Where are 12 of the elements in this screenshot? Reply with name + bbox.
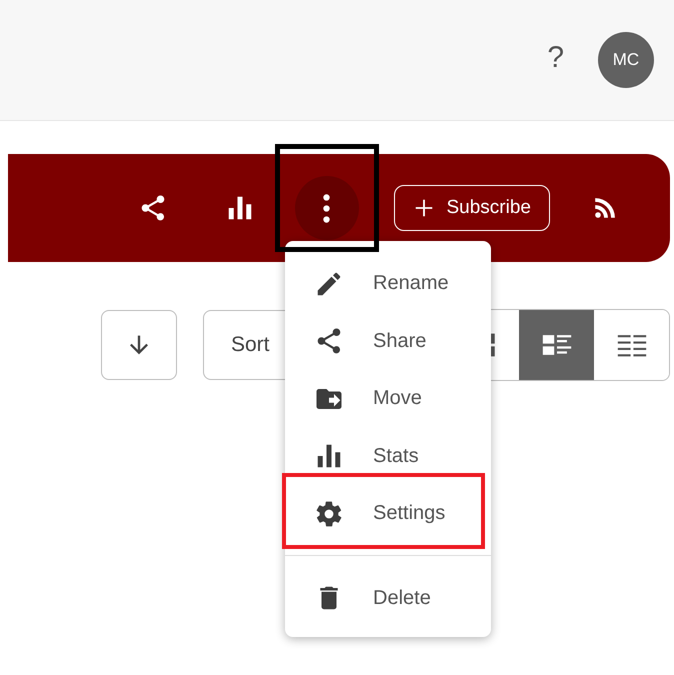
avatar[interactable]: MC bbox=[598, 32, 654, 88]
more-icon bbox=[323, 194, 330, 222]
settings-icon bbox=[314, 498, 344, 529]
help-icon[interactable]: ? bbox=[547, 41, 564, 75]
menu-item[interactable]: Settings bbox=[285, 485, 491, 542]
menu-item[interactable]: Share bbox=[285, 312, 491, 370]
view-button[interactable] bbox=[519, 310, 594, 380]
subscribe-button[interactable]: Subscribe bbox=[394, 185, 550, 231]
menu-item[interactable]: Rename bbox=[285, 255, 491, 312]
menu-item[interactable]: Delete bbox=[285, 570, 491, 627]
menu-item[interactable]: Move bbox=[285, 370, 491, 428]
menu-item[interactable]: Stats bbox=[285, 428, 491, 485]
